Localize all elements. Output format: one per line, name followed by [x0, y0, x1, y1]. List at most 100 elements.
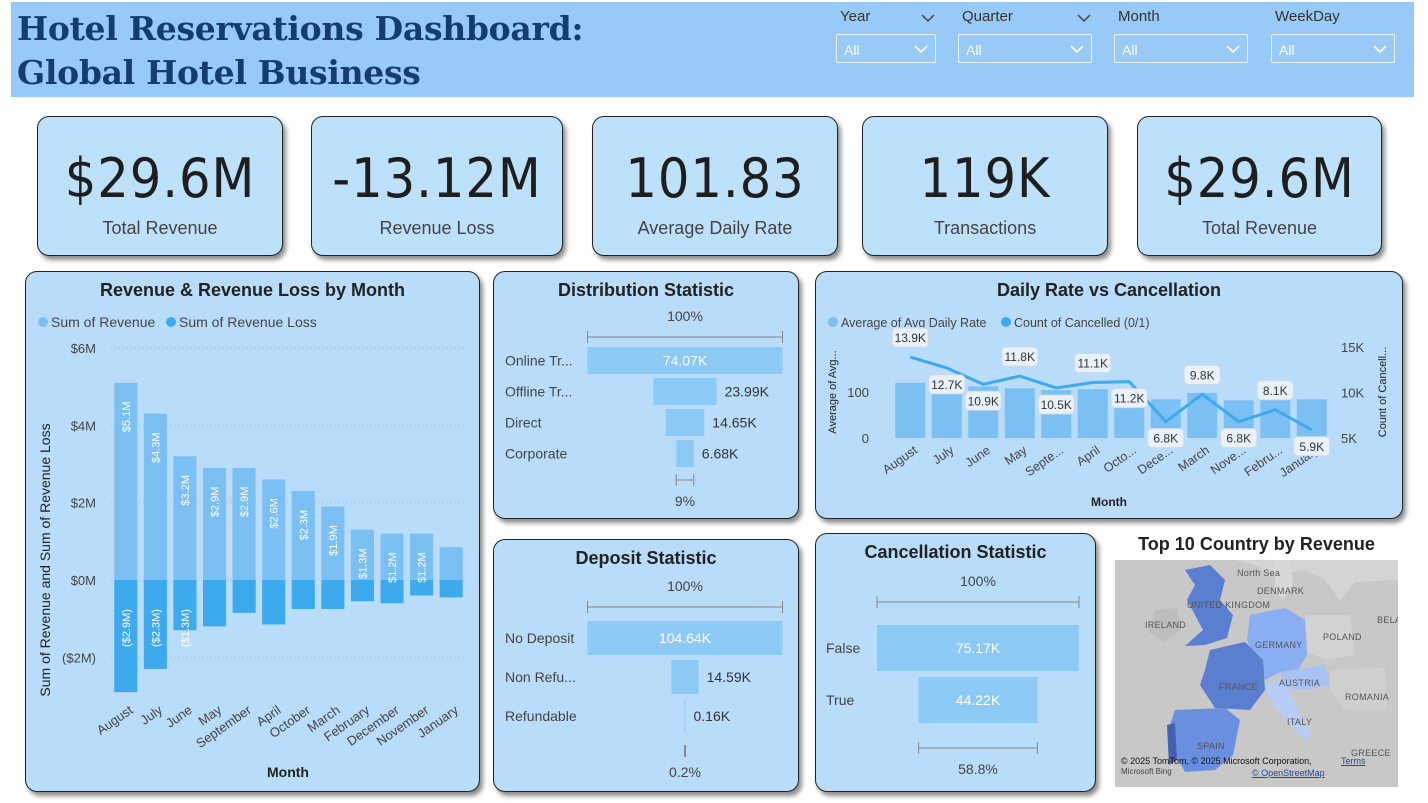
- funnel-category-label: False: [826, 640, 860, 656]
- slicer-year-value: All: [844, 42, 860, 58]
- bar-data-label: ($2.9M): [121, 609, 133, 647]
- kpi-label: Total Revenue: [1201, 218, 1318, 238]
- chart-daily-rate-vs-cancellation[interactable]: Daily Rate vs Cancellation Average of Av…: [815, 271, 1403, 519]
- funnel-value-label: 23.99K: [725, 384, 770, 400]
- slicer-year-label: Year: [840, 8, 871, 25]
- funnel-bar: [653, 378, 717, 405]
- x-tick-label: July: [930, 443, 957, 468]
- bing-logo: Microsoft Bing: [1121, 767, 1172, 776]
- map-credit: © 2025 TomTom, © 2025 Microsoft Corporat…: [1121, 756, 1312, 766]
- funnel-category-label: Online Tr...: [505, 353, 573, 369]
- x-tick-label: August: [94, 702, 136, 738]
- line-data-label: 10.9K: [968, 394, 999, 408]
- dashboard-header: Hotel Reservations Dashboard: Global Hot…: [11, 2, 1414, 97]
- bar-avg-daily-rate: [1260, 396, 1291, 438]
- line-data-label: 6.8K: [1153, 432, 1178, 446]
- kpi-label: Total Revenue: [102, 218, 218, 238]
- bar-data-label: $2.3M: [298, 510, 310, 541]
- funnel-category-label: True: [826, 692, 854, 708]
- funnel-category-label: No Deposit: [505, 630, 574, 646]
- kpi-value: $29.6M: [64, 147, 256, 210]
- funnel-top-percent: 100%: [667, 578, 703, 594]
- y-tick-label: 100: [847, 385, 869, 400]
- bar-data-label: $1.3M: [357, 548, 369, 579]
- y2-tick-label: 15K: [1341, 340, 1364, 355]
- y-axis-label: Sum of Revenue and Sum of Revenue Loss: [37, 423, 53, 696]
- kpi-card-total-revenue-2[interactable]: $29.6M Total Revenue: [1137, 116, 1382, 256]
- legend-marker-cancelled: [1001, 317, 1011, 327]
- bar-data-label: ($1.3M): [180, 609, 192, 647]
- bar-data-label: $2.9M: [210, 487, 222, 518]
- chart-deposit-statistic[interactable]: Deposit Statistic 100% No Deposit 104.64K N…: [493, 539, 799, 792]
- legend-label-revenue: Sum of Revenue: [51, 314, 155, 330]
- daily-rate-chart-svg: Average of Avg Daily Rate Count of Cancel…: [827, 316, 1389, 509]
- slicer-month: Month All: [1114, 8, 1248, 68]
- slicer-weekday-dropdown[interactable]: All: [1271, 34, 1395, 63]
- funnel-category-label: Direct: [505, 415, 542, 431]
- kpi-card-transactions[interactable]: 119K Transactions: [862, 116, 1108, 256]
- bar-data-label: $2.6M: [269, 498, 281, 529]
- bar-data-label: $4.3M: [150, 432, 162, 463]
- bar-avg-daily-rate: [895, 382, 926, 438]
- x-tick-label: Octo...: [1101, 443, 1139, 476]
- chevron-down-icon: [914, 45, 928, 54]
- bar-revenue-loss: [350, 580, 374, 602]
- bar-avg-daily-rate: [1296, 399, 1327, 438]
- bar-revenue: [232, 467, 256, 580]
- funnel-category-label: Non Refu...: [505, 669, 576, 685]
- legend-label-revenue-loss: Sum of Revenue Loss: [179, 314, 317, 330]
- map-osm-link[interactable]: © OpenStreetMap: [1252, 768, 1325, 778]
- map-label: SPAIN: [1197, 741, 1225, 751]
- bar-revenue: [439, 547, 463, 580]
- chart-revenue-by-month[interactable]: Revenue & Revenue Loss by Month Sum of R…: [25, 271, 480, 792]
- funnel-bottom-percent: 9%: [675, 493, 695, 509]
- bar-data-label: $1.2M: [387, 552, 399, 583]
- y-tick-label: $0M: [71, 573, 96, 588]
- bar-data-label: $5.1M: [121, 402, 133, 433]
- chart-distribution-statistic[interactable]: Distribution Statistic 100% Online Tr... 7…: [493, 271, 799, 519]
- map-label: POLAND: [1323, 632, 1362, 642]
- bar-revenue-loss: [439, 580, 463, 598]
- slicer-month-label: Month: [1118, 8, 1160, 25]
- chevron-down-icon[interactable]: [1076, 10, 1092, 26]
- kpi-card-revenue-loss[interactable]: -13.12M Revenue Loss: [311, 116, 563, 256]
- funnel-value-label: 0.16K: [694, 708, 731, 724]
- funnel-category-label: Offline Tr...: [505, 384, 572, 400]
- bar-data-label: $1.2M: [417, 552, 429, 583]
- bar-avg-daily-rate: [1187, 392, 1218, 438]
- slicer-quarter-dropdown[interactable]: All: [958, 34, 1092, 63]
- country-revenue-map[interactable]: North Sea DENMARK UNITED KINGDOM IRELAND…: [1115, 560, 1398, 787]
- x-axis-label: Month: [267, 764, 309, 780]
- kpi-label: Average Daily Rate: [637, 218, 793, 238]
- bar-revenue: [203, 467, 227, 580]
- cancellation-funnel-svg: 100% False 75.17K True 44.22K 58.8%: [826, 573, 1080, 777]
- funnel-value-label: 14.59K: [707, 669, 752, 685]
- line-data-label: 9.8K: [1190, 368, 1215, 382]
- slicer-month-value: All: [1122, 42, 1138, 58]
- kpi-card-average-daily-rate[interactable]: 101.83 Average Daily Rate: [592, 116, 838, 256]
- x-axis-label: Month: [1091, 495, 1127, 509]
- kpi-card-total-revenue[interactable]: $29.6M Total Revenue: [37, 116, 283, 256]
- distribution-funnel-svg: 100% Online Tr... 74.07K Offline Tr... 23.99…: [505, 308, 783, 509]
- map-terms-link[interactable]: Terms: [1341, 756, 1366, 766]
- slicer-quarter: Quarter All: [958, 8, 1092, 68]
- legend-label-cancelled: Count of Cancelled (0/1): [1014, 316, 1150, 330]
- chart-cancellation-statistic[interactable]: Cancellation Statistic 100% False 75.17K Tr…: [815, 533, 1096, 792]
- revenue-chart-svg: Sum of Revenue Sum of Revenue Loss $6M $4M $…: [37, 314, 466, 780]
- legend-marker-revenue-loss: [166, 317, 176, 327]
- y-tick-label: $6M: [71, 341, 96, 356]
- slicer-year-dropdown[interactable]: All: [836, 34, 936, 63]
- chevron-down-icon[interactable]: [920, 10, 936, 26]
- y2-tick-label: 5K: [1341, 431, 1357, 446]
- bar-revenue-loss: [262, 580, 286, 625]
- line-data-label: 11.1K: [1078, 356, 1108, 370]
- funnel-value-label: 75.17K: [956, 640, 1001, 656]
- funnel-value-label: 74.07K: [663, 353, 708, 369]
- funnel-bar: [671, 660, 699, 694]
- bar-revenue-loss: [203, 580, 227, 627]
- map-label: UNITED KINGDOM: [1187, 600, 1271, 610]
- chevron-down-icon: [1373, 45, 1387, 54]
- funnel-bar: [665, 409, 705, 436]
- slicer-month-dropdown[interactable]: All: [1114, 34, 1248, 63]
- funnel-top-percent: 100%: [960, 573, 996, 589]
